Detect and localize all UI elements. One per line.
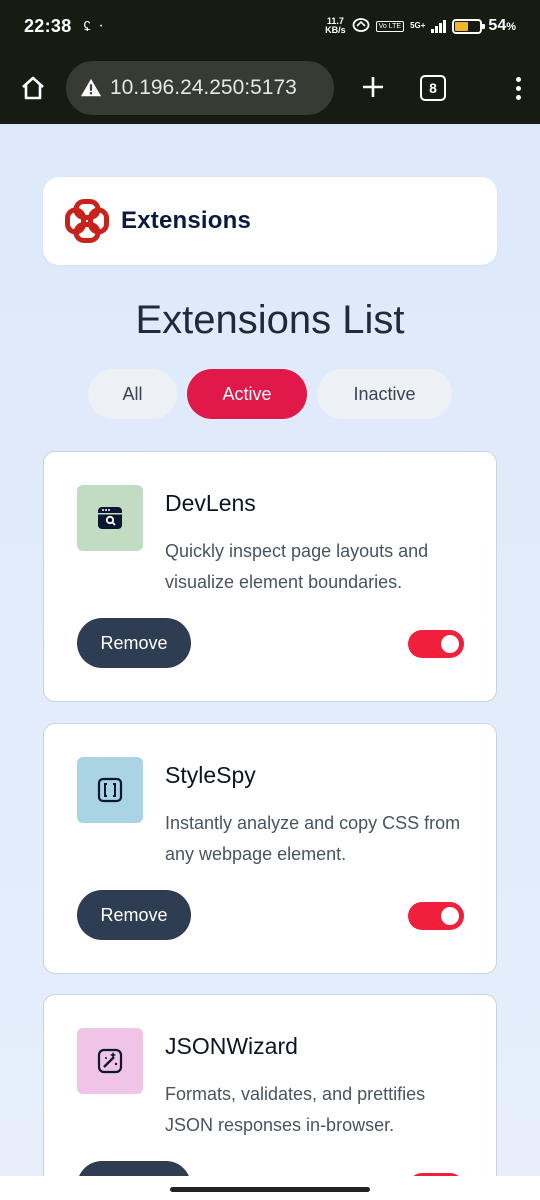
- hotspot-icon: [352, 17, 370, 36]
- status-bar: 22:38 ʢ · 11.7 KB/s Vo LTE 5G+ 54%: [0, 0, 540, 52]
- devlens-icon: [77, 485, 143, 551]
- more-vert-icon[interactable]: [514, 76, 522, 100]
- filter-all[interactable]: All: [88, 369, 177, 419]
- plus-icon: [363, 76, 383, 97]
- filter-tabs: All Active Inactive: [88, 369, 452, 419]
- warning-icon: [80, 78, 102, 97]
- home-icon: [22, 76, 44, 100]
- extension-name: DevLens: [165, 490, 256, 516]
- extension-description: Quickly inspect page layouts and visuali…: [165, 541, 429, 592]
- extension-description: Formats, validates, and prettifies JSON …: [165, 1084, 426, 1135]
- remove-button[interactable]: Remove: [77, 618, 191, 668]
- home-button[interactable]: [18, 73, 48, 103]
- remove-button[interactable]: Remove: [77, 890, 191, 940]
- tab-count: 8: [429, 80, 437, 96]
- filter-active[interactable]: Active: [187, 369, 307, 419]
- new-tab-button[interactable]: [358, 70, 388, 107]
- toggle-knob: [441, 635, 459, 653]
- extension-name: StyleSpy: [165, 762, 256, 788]
- extension-card: JSONWizard Formats, validates, and prett…: [43, 994, 497, 1176]
- brand-name: Extensions: [121, 207, 252, 234]
- filter-inactive[interactable]: Inactive: [317, 369, 452, 419]
- battery-icon: [452, 18, 486, 34]
- toggle-knob: [441, 907, 459, 925]
- dot-icon: ·: [98, 17, 104, 34]
- extension-name: JSONWizard: [165, 1033, 298, 1059]
- page-title: Extensions List: [135, 298, 405, 342]
- logo-icon: [65, 199, 109, 243]
- status-right-group: 11.7 KB/s Vo LTE 5G+ 54%: [325, 17, 516, 36]
- active-toggle[interactable]: [408, 902, 464, 930]
- extension-description: Instantly analyze and copy CSS from any …: [165, 813, 461, 864]
- net-speed: 11.7 KB/s: [325, 16, 346, 35]
- browser-toolbar: 10.196.24.250:5173 8: [0, 52, 540, 124]
- address-bar[interactable]: 10.196.24.250:5173: [66, 61, 334, 115]
- signal-icon: [431, 19, 447, 33]
- notification-app-icon: ʢ: [83, 18, 91, 34]
- extension-card: StyleSpy Instantly analyze and copy CSS …: [43, 723, 497, 974]
- stylespy-icon: [77, 757, 143, 823]
- status-notification-icons: ʢ ·: [84, 17, 104, 35]
- volte-badge: Vo LTE: [375, 20, 405, 32]
- active-toggle[interactable]: [408, 630, 464, 658]
- battery-percent: 54%: [488, 17, 516, 34]
- status-time: 22:38: [24, 15, 72, 36]
- remove-button[interactable]: Remove: [77, 1161, 191, 1176]
- page-content: Extensions Extensions List All Active In…: [0, 124, 540, 1176]
- url-text: 10.196.24.250:5173: [110, 76, 297, 99]
- tabs-button[interactable]: 8: [420, 75, 446, 101]
- gesture-area: [0, 1176, 540, 1200]
- header-card: Extensions: [43, 177, 497, 265]
- network-type: 5G+: [410, 21, 426, 30]
- gesture-bar[interactable]: [170, 1187, 370, 1192]
- extension-card: DevLens Quickly inspect page layouts and…: [43, 451, 497, 702]
- jsonwizard-icon: [77, 1028, 143, 1094]
